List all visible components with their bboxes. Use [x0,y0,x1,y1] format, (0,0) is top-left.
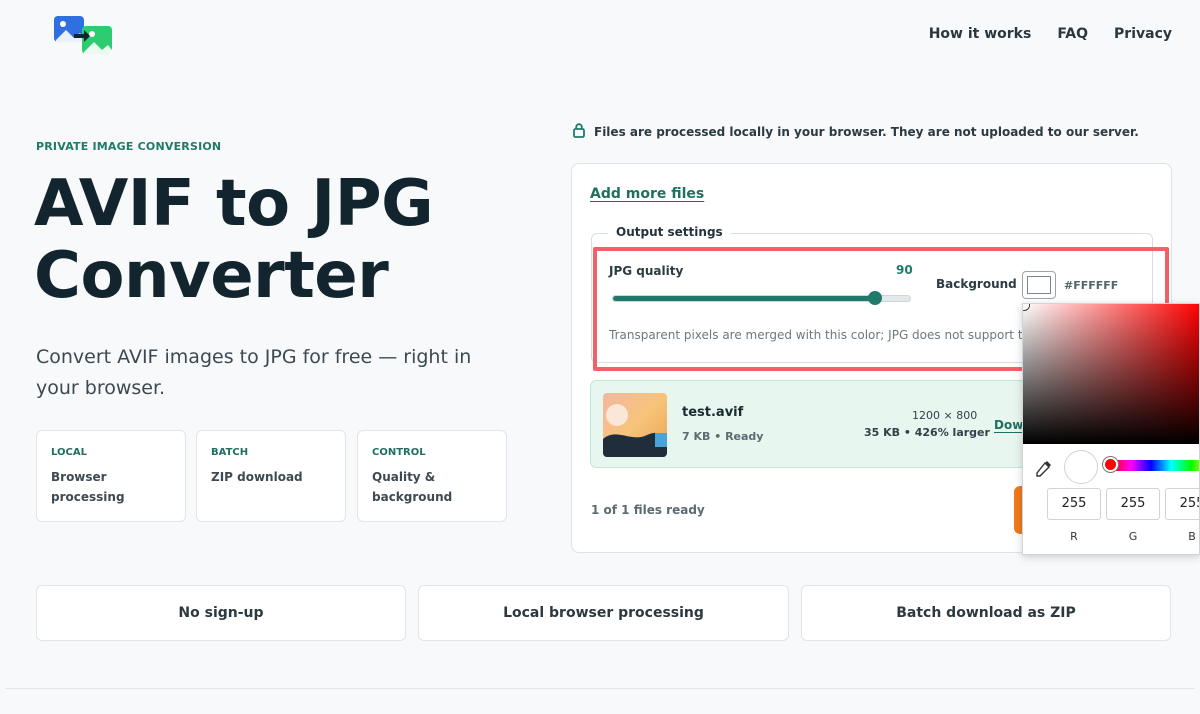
title-line-2: Converter [34,239,389,313]
green-input[interactable]: 255 [1106,488,1160,520]
green-label: G [1128,530,1138,543]
nav-how-it-works[interactable]: How it works [929,26,1032,42]
hue-slider[interactable] [1111,460,1199,471]
hero-eyebrow: PRIVATE IMAGE CONVERSION [36,140,222,153]
color-preview [1064,450,1098,484]
jpg-quality-value: 90 [896,263,913,277]
saturation-area[interactable] [1023,304,1199,444]
file-output-size: 35 KB • 426% larger [864,426,990,439]
slider-thumb[interactable] [868,291,882,305]
background-label: Background [936,277,1017,291]
footer-divider [5,688,1195,689]
add-more-files-link[interactable]: Add more files [590,186,704,202]
badge-batch-zip: Batch download as ZIP [801,585,1171,641]
color-picker-popup: 255 255 255 R G B [1022,303,1200,555]
swatch-color [1027,276,1051,294]
feature-desc: ZIP download [211,470,303,484]
nav-privacy[interactable]: Privacy [1114,26,1172,42]
feature-card-control: CONTROL Quality & background [357,430,507,522]
slider-fill [613,296,875,301]
privacy-notice-text: Files are processed locally in your brow… [594,124,1139,139]
page-title: AVIF to JPG Converter [34,167,434,313]
hero-subtitle: Convert AVIF images to JPG for free — ri… [36,346,472,399]
jpg-quality-slider[interactable] [612,295,911,302]
feature-tag: BATCH [211,447,249,458]
blue-input[interactable]: 255 [1165,488,1199,520]
background-help-text: Transparent pixels are merged with this … [609,328,1022,342]
badge-local-processing: Local browser processing [418,585,789,641]
red-input[interactable]: 255 [1047,488,1101,520]
title-line-1: AVIF to JPG [34,167,434,241]
background-hex-value: #FFFFFF [1064,279,1119,292]
badge-no-signup: No sign-up [36,585,406,641]
output-settings-legend: Output settings [608,225,731,239]
top-nav: How it works FAQ Privacy [929,26,1172,42]
files-ready-status: 1 of 1 files ready [591,503,705,517]
background-color-swatch[interactable] [1022,271,1056,299]
saturation-cursor[interactable] [1023,304,1029,310]
nav-faq[interactable]: FAQ [1057,26,1088,42]
app-logo[interactable] [52,14,116,58]
file-thumbnail [603,393,667,457]
file-name: test.avif [682,405,744,420]
feature-desc: Browser processing [51,470,125,504]
file-meta: 7 KB • Ready [682,430,764,443]
hue-thumb[interactable] [1103,457,1118,472]
privacy-notice: Files are processed locally in your brow… [572,122,1139,141]
red-label: R [1070,530,1078,543]
jpg-quality-label: JPG quality [609,264,684,278]
blue-label: B [1188,530,1196,543]
feature-tag: CONTROL [372,447,426,458]
eyedropper-icon[interactable] [1035,459,1053,477]
feature-desc: Quality & background [372,470,453,504]
feature-tag: LOCAL [51,447,87,458]
lock-icon [572,122,586,141]
feature-card-batch: BATCH ZIP download [196,430,346,522]
file-dimensions: 1200 × 800 [912,409,978,422]
feature-card-local: LOCAL Browser processing [36,430,186,522]
